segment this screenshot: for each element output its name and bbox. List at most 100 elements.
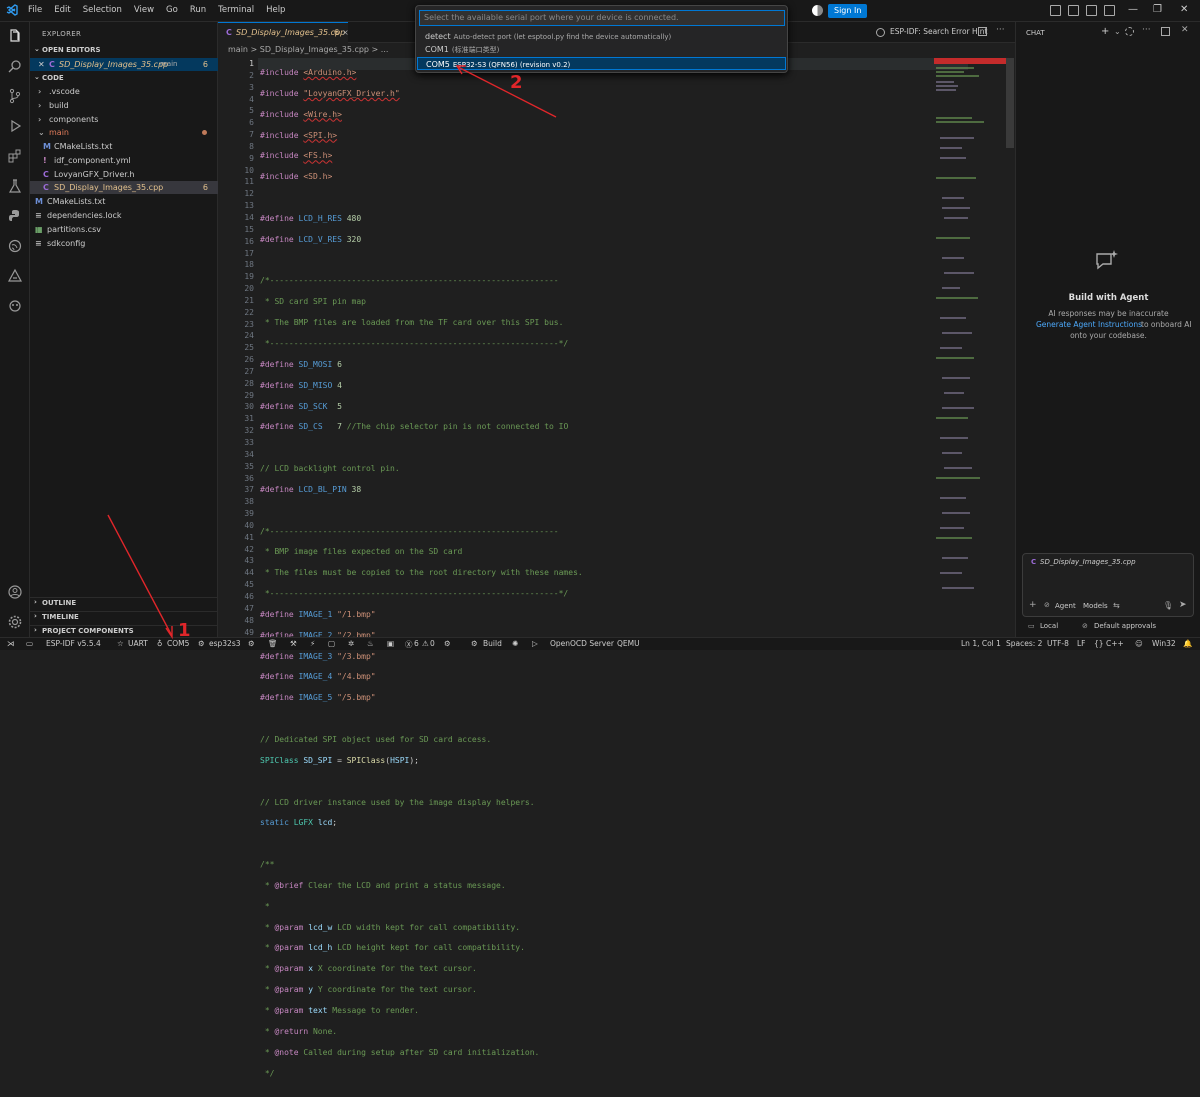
port-option-com5[interactable]: COM5 ESP32-S3 (QFN56) (revision v0.2) [417, 57, 786, 70]
tree-item-main[interactable]: ⌄ main [30, 126, 218, 139]
microphone-icon[interactable]: 🎙 [1163, 601, 1173, 610]
open-editors-section[interactable]: ⌄ OPEN EDITORS [30, 45, 218, 57]
editor-scrollbar[interactable] [1006, 58, 1014, 148]
chevron-down-icon[interactable]: ⌄ [1114, 27, 1121, 36]
tree-item-dependencies[interactable]: ≡ dependencies.lock [30, 209, 218, 222]
tree-item-idf-component[interactable]: ! idf_component.yml [30, 154, 218, 167]
close-icon[interactable]: ✕ [38, 58, 45, 71]
search-error-hint-button[interactable]: ESP-IDF: Search Error Hint [890, 27, 987, 36]
tree-item-main-cmakelists[interactable]: M CMakeLists.txt [30, 140, 218, 153]
maximize-icon[interactable]: ❐ [1153, 4, 1162, 15]
platformio-icon[interactable] [7, 268, 23, 284]
remote-icon[interactable]: ⋊ [7, 639, 15, 648]
menuconfig-icon[interactable]: ⚙ [248, 639, 255, 648]
code-section[interactable]: ⌄ CODE [30, 73, 218, 85]
menu-go[interactable]: Go [165, 5, 179, 15]
customize-layout-icon[interactable] [1104, 5, 1115, 16]
local-dropdown[interactable]: Local [1040, 622, 1058, 630]
settings-gear-icon[interactable] [7, 614, 23, 630]
agent-mode-dropdown[interactable]: Agent [1055, 602, 1076, 610]
alien-icon[interactable] [7, 298, 23, 314]
flash-icon[interactable]: ⚡ [310, 639, 315, 648]
toggle-sidebar-icon[interactable] [1050, 5, 1061, 16]
send-icon[interactable]: ➤ [1179, 600, 1187, 610]
default-approvals-dropdown[interactable]: Default approvals [1094, 622, 1156, 630]
port-option-com1[interactable]: COM1 (标准端口类型) [417, 43, 786, 56]
account-icon[interactable] [7, 584, 23, 600]
serial-port-input[interactable]: Select the available serial port where y… [419, 10, 785, 26]
new-chat-icon[interactable]: + [1101, 26, 1109, 37]
minimize-icon[interactable]: — [1128, 4, 1138, 15]
close-panel-icon[interactable]: ✕ [1181, 25, 1189, 35]
explorer-icon[interactable] [7, 28, 23, 44]
tree-item-vscode[interactable]: › .vscode [30, 85, 218, 98]
esp-idf-icon[interactable] [7, 238, 23, 254]
tree-item-lovyangfx[interactable]: C LovyanGFX_Driver.h [30, 168, 218, 181]
tree-item-cmakelists[interactable]: M CMakeLists.txt [30, 195, 218, 208]
breadcrumb[interactable]: main > SD_Display_Images_35.cpp > ... [228, 45, 388, 54]
toggle-panel-icon[interactable] [1068, 5, 1079, 16]
menu-edit[interactable]: Edit [53, 5, 71, 15]
terminal-icon[interactable]: ▣ [387, 639, 394, 648]
build-icon[interactable]: ⚒ [290, 639, 297, 648]
tree-item-build[interactable]: › build [30, 99, 218, 112]
qemu-button[interactable]: QEMU [617, 639, 640, 648]
sign-in-button[interactable]: Sign In [828, 4, 868, 18]
python-icon[interactable] [7, 208, 23, 224]
tree-item-partitions[interactable]: ▦ partitions.csv [30, 223, 218, 236]
full-clean-icon[interactable]: 🗑 [268, 639, 278, 648]
monitor-icon[interactable]: ▢ [328, 639, 335, 648]
testing-icon[interactable] [7, 178, 23, 194]
menu-terminal[interactable]: Terminal [217, 5, 255, 15]
source-control-icon[interactable] [7, 88, 23, 104]
idf-version[interactable]: ESP-IDF v5.5.4 [46, 639, 101, 648]
models-dropdown[interactable]: Models [1083, 602, 1108, 610]
outline-section[interactable]: › OUTLINE [30, 597, 218, 609]
build-button[interactable]: Build [483, 639, 502, 648]
chat-input-box[interactable]: C SD_Display_Images_35.cpp + ⊘ Agent Mod… [1022, 553, 1194, 617]
accounts-icon[interactable] [812, 5, 823, 16]
close-window-icon[interactable]: ✕ [1180, 4, 1188, 15]
add-context-icon[interactable]: + [1029, 600, 1037, 610]
port-option-detect[interactable]: detect Auto-detect port (let esptool.py f… [417, 30, 786, 43]
menu-selection[interactable]: Selection [82, 5, 123, 15]
language-mode[interactable]: C++ [1106, 639, 1124, 648]
target-selector[interactable]: esp32s3 [209, 639, 241, 648]
flash-method[interactable]: UART [128, 639, 148, 648]
platform[interactable]: Win32 [1152, 639, 1176, 648]
warning-count[interactable]: 0 [430, 639, 435, 648]
indentation[interactable]: Spaces: 2 [1006, 639, 1042, 648]
extensions-icon[interactable] [7, 148, 23, 164]
end-of-line[interactable]: LF [1077, 639, 1086, 648]
cursor-position[interactable]: Ln 1, Col 1 [961, 639, 1001, 648]
menu-file[interactable]: File [27, 5, 43, 15]
tree-item-sd-display[interactable]: C SD_Display_Images_35.cpp 6 [30, 181, 218, 194]
idf-terminal-icon[interactable]: ▭ [26, 639, 33, 648]
menu-help[interactable]: Help [265, 5, 286, 15]
debug-icon[interactable]: ✲ [348, 639, 354, 648]
error-count[interactable]: 6 [414, 639, 419, 648]
toggle-secondary-sidebar-icon[interactable] [1086, 5, 1097, 16]
generate-instructions-link[interactable]: Generate Agent Instructions [1036, 320, 1142, 329]
openocd-server-button[interactable]: OpenOCD Server [550, 639, 614, 648]
tab-close-icon[interactable]: × [342, 23, 349, 43]
code-content[interactable]: #include <Arduino.h> #include "LovyanGFX… [260, 58, 930, 1097]
attached-file-chip[interactable]: SD_Display_Images_35.cpp [1040, 558, 1136, 566]
tab-sd-display[interactable]: C SD_Display_Images_35.cpp 6 × [218, 22, 349, 43]
menu-run[interactable]: Run [189, 5, 207, 15]
open-editor-item[interactable]: ✕ C SD_Display_Images_35.cpp main 6 [30, 58, 218, 71]
tree-item-sdkconfig[interactable]: ≡ sdkconfig [30, 237, 218, 250]
flame-icon[interactable]: ♨ [367, 639, 374, 648]
copilot-icon[interactable]: ☺ [1135, 639, 1143, 648]
search-icon[interactable] [7, 58, 23, 74]
run-icon[interactable]: ▷ [532, 639, 538, 648]
more-actions-icon[interactable]: ··· [996, 25, 1005, 35]
encoding[interactable]: UTF-8 [1047, 639, 1069, 648]
notifications-icon[interactable]: 🔔 [1183, 639, 1192, 648]
maximize-panel-icon[interactable] [1161, 27, 1170, 36]
run-debug-icon[interactable] [7, 118, 23, 134]
split-editor-icon[interactable] [978, 27, 987, 36]
tree-item-components[interactable]: › components [30, 113, 218, 126]
bug-icon[interactable]: ✺ [512, 639, 518, 648]
menu-view[interactable]: View [133, 5, 155, 15]
